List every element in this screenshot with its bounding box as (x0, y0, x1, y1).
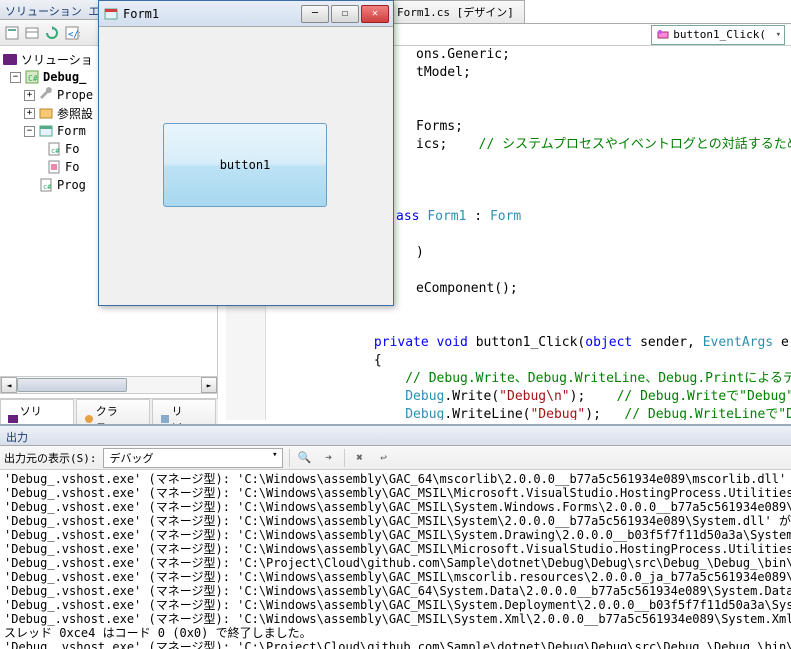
form1-client: button1 (103, 31, 389, 301)
output-title: 出力 (0, 426, 791, 446)
app-icon (103, 6, 119, 22)
scroll-track[interactable] (17, 377, 201, 393)
wrench-icon (38, 87, 54, 103)
close-button[interactable]: ✕ (361, 5, 389, 23)
solution-icon (2, 51, 18, 67)
form1-window[interactable]: Form1 ─ ☐ ✕ button1 (98, 0, 394, 306)
scroll-thumb[interactable] (17, 378, 127, 392)
output-source-label: 出力元の表示(S): (4, 450, 97, 466)
wrap-icon[interactable]: ↩ (375, 449, 393, 467)
cs-file-icon: c# (46, 141, 62, 157)
scroll-right-icon[interactable]: ► (201, 377, 217, 393)
solution-hscrollbar[interactable]: ◄ ► (0, 376, 218, 394)
tab-form1-design[interactable]: Form1.cs [デザイン] (386, 0, 525, 23)
button1[interactable]: button1 (163, 123, 327, 207)
svg-text:c#: c# (51, 147, 60, 155)
svg-text:C#: C# (28, 74, 38, 83)
expand-icon[interactable]: + (24, 90, 35, 101)
separator (289, 449, 290, 467)
csproj-icon: C# (24, 69, 40, 85)
svg-text:</>: </> (68, 30, 80, 40)
separator (344, 449, 345, 467)
resx-file-icon (46, 159, 62, 175)
window-buttons: ─ ☐ ✕ (301, 5, 389, 23)
output-text[interactable]: 'Debug_.vshost.exe' (マネージ型): 'C:\Windows… (0, 470, 791, 649)
references-icon (38, 105, 54, 121)
form1-title: Form1 (123, 7, 301, 21)
scroll-left-icon[interactable]: ◄ (1, 377, 17, 393)
output-panel: 出力 出力元の表示(S): デバッグ 🔍 ➜ ✖ ↩ 'Debug_.vshos… (0, 424, 791, 649)
refresh-icon[interactable] (44, 25, 60, 41)
clear-icon[interactable]: ✖ (351, 449, 369, 467)
show-all-icon[interactable] (24, 25, 40, 41)
collapse-icon[interactable]: − (10, 72, 21, 83)
goto-icon[interactable]: ➜ (320, 449, 338, 467)
output-source-dropdown[interactable]: デバッグ (103, 448, 283, 468)
view-code-icon[interactable]: </> (64, 25, 80, 41)
minimize-button[interactable]: ─ (301, 5, 329, 23)
find-icon[interactable]: 🔍 (296, 449, 314, 467)
method-icon (656, 28, 670, 42)
cs-file-icon: c# (38, 177, 54, 193)
form1-titlebar[interactable]: Form1 ─ ☐ ✕ (99, 1, 393, 27)
expand-icon[interactable]: + (24, 108, 35, 119)
svg-text:c#: c# (43, 183, 52, 191)
output-toolbar: 出力元の表示(S): デバッグ 🔍 ➜ ✖ ↩ (0, 446, 791, 470)
form-icon (38, 123, 54, 139)
properties-icon[interactable] (4, 25, 20, 41)
maximize-button[interactable]: ☐ (331, 5, 359, 23)
member-dropdown[interactable]: button1_Click( (651, 25, 785, 45)
collapse-icon[interactable]: − (24, 126, 35, 137)
